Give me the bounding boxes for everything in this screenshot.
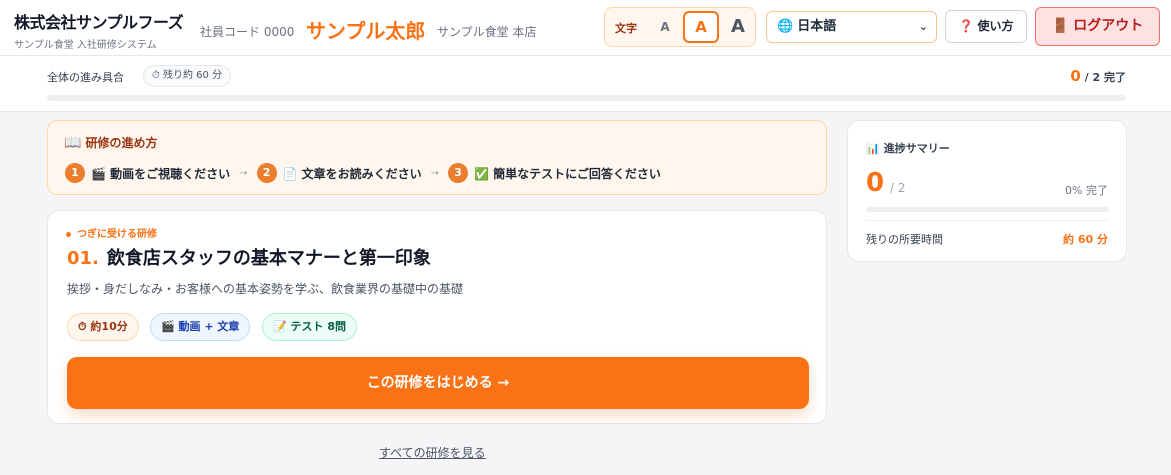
brand: 株式会社サンプルフーズ サンプル食堂 入社研修システム [14, 9, 184, 51]
step-number: 3 [448, 163, 469, 183]
chart-icon: 📊 [866, 142, 880, 155]
arrow-right-icon: → [239, 167, 248, 179]
book-icon: 📖 [64, 135, 82, 151]
start-course-button[interactable]: この研修をはじめる → [67, 357, 809, 409]
help-button[interactable]: ❓ 使い方 [945, 10, 1027, 43]
language-value: 日本語 [797, 19, 837, 34]
company-name: 株式会社サンプルフーズ [14, 13, 184, 32]
progress-bar [47, 95, 1126, 101]
progress-count: 0 / 2 完了 [1070, 67, 1126, 85]
summary-progress-bar [866, 207, 1109, 212]
media-tag: 🎬 動画 + 文章 [150, 313, 251, 341]
summary-percent: 0% 完了 [1065, 184, 1108, 197]
steps-row: 1 🎬 動画をご視聴ください → 2 📄 文章をお読みください → 3 ✅ 簡単… [65, 162, 661, 184]
next-course-label-text: つぎに受ける研修 [77, 229, 157, 240]
progress-label: 全体の進み具合 [47, 71, 124, 84]
employee-code: 社員コード 0000 [200, 25, 295, 39]
next-course-label: つぎに受ける研修 [66, 225, 157, 240]
divider [866, 220, 1109, 221]
door-icon: 🚪 [1051, 18, 1070, 34]
question-icon: ❓ [958, 19, 974, 33]
logout-button[interactable]: 🚪 ログアウト [1035, 7, 1160, 46]
steps-title: 📖 研修の進め方 [64, 134, 157, 151]
remaining-time-value: 約 60 分 [1063, 233, 1108, 246]
help-label: 使い方 [977, 19, 1014, 33]
steps-title-text: 研修の進め方 [85, 136, 158, 150]
step-text: 🎬 動画をご視聴ください [91, 166, 231, 181]
course-title-text: 飲食店スタッフの基本マナーと第一印象 [106, 248, 431, 269]
summary-title: 📊 進捗サマリー [866, 140, 950, 156]
system-name: サンプル食堂 入社研修システム [14, 40, 157, 51]
duration-tag: ⏱ 約10分 [67, 313, 139, 341]
step-number: 1 [65, 163, 85, 183]
language-select[interactable]: 🌐 日本語 ⌄ [766, 11, 937, 43]
next-course-card: つぎに受ける研修 01. 飲食店スタッフの基本マナーと第一印象 挨拶・身だしなみ・… [47, 210, 827, 424]
font-size-control: 文字 A A A [604, 7, 756, 47]
remaining-time-label: 残りの所要時間 [866, 233, 943, 246]
summary-title-text: 進捗サマリー [883, 142, 950, 155]
globe-icon: 🌐 [777, 19, 794, 34]
store-name: サンプル食堂 本店 [437, 25, 537, 39]
remaining-time-badge: ⏱ 残り約 60 分 [143, 65, 232, 87]
progress-summary-card: 📊 進捗サマリー 0 / 2 0% 完了 残りの所要時間 約 60 分 [847, 120, 1127, 262]
font-size-medium-button[interactable]: A [683, 11, 719, 43]
all-courses-link[interactable]: すべての研修を見る [379, 444, 486, 461]
total-count: / 2 完了 [1084, 71, 1126, 84]
step-text: 📄 文章をお読みください [282, 166, 422, 181]
course-title: 01. 飲食店スタッフの基本マナーと第一印象 [67, 244, 431, 270]
font-size-label: 文字 [615, 22, 637, 35]
remaining-time-text: 残り約 60 分 [163, 70, 223, 81]
top-header: 株式会社サンプルフーズ サンプル食堂 入社研修システム 社員コード 0000 サ… [0, 0, 1171, 56]
summary-total: / 2 [890, 181, 906, 195]
overall-progress: 全体の進み具合 ⏱ 残り約 60 分 0 / 2 完了 [0, 56, 1171, 112]
user-name: サンプル太郎 [306, 19, 426, 43]
font-size-small-button[interactable]: A [651, 11, 679, 43]
training-steps-card: 📖 研修の進め方 1 🎬 動画をご視聴ください → 2 📄 文章をお読みください … [47, 120, 827, 195]
course-number: 01. [67, 248, 99, 269]
arrow-right-icon: → [430, 167, 440, 179]
timer-icon: ⏱ [152, 70, 160, 81]
dot-icon [66, 231, 71, 237]
completed-count: 0 [1070, 67, 1081, 85]
step-text: ✅ 簡単なテストにご回答ください [474, 166, 661, 181]
logout-label: ログアウト [1073, 18, 1144, 34]
course-description: 挨拶・身だしなみ・お客様への基本姿勢を学ぶ、飲食業界の基礎中の基礎 [67, 282, 464, 296]
chevron-down-icon: ⌄ [918, 20, 928, 33]
summary-completed-count: 0 [866, 168, 885, 198]
font-size-large-button[interactable]: A [723, 11, 753, 43]
step-number: 2 [256, 163, 277, 183]
test-tag: 📝 テスト 8問 [262, 313, 358, 341]
